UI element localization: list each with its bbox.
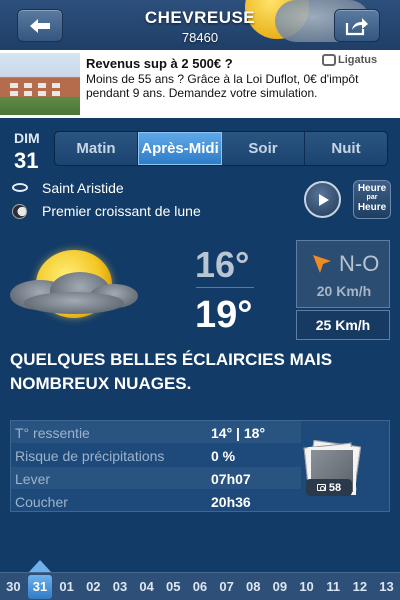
share-icon — [345, 17, 368, 35]
wind-panel: N-O 20 Km/h — [296, 240, 390, 308]
photo-count-badge: 58 — [306, 479, 352, 496]
hour-by-hour-button[interactable]: Heure par Heure — [353, 180, 391, 219]
day-item[interactable]: 13 — [375, 579, 399, 594]
detail-label: Lever — [15, 471, 51, 487]
ad-title: Revenus sup à 2 500€ ? — [86, 56, 233, 71]
detail-value: 20h36 — [211, 494, 251, 510]
detail-row-sunset: Coucher 20h36 — [11, 490, 301, 512]
detail-label: Coucher — [15, 494, 68, 510]
day-number: 31 — [14, 148, 39, 173]
ad-brand: Ligatus — [322, 54, 377, 66]
day-item[interactable]: 01 — [55, 579, 79, 594]
play-button[interactable] — [304, 181, 341, 218]
share-button[interactable] — [334, 9, 380, 42]
day-item[interactable]: 12 — [348, 579, 372, 594]
detail-row-sunrise: Lever 07h07 — [11, 467, 301, 489]
ad-text: Moins de 55 ans ? Grâce à la Loi Duflot,… — [86, 72, 359, 100]
ad-image — [0, 53, 80, 115]
saint-of-day: Saint Aristide — [42, 180, 124, 196]
day-item[interactable]: 09 — [268, 579, 292, 594]
period-tabs: Matin Après-Midi Soir Nuit — [54, 131, 388, 166]
ad-brand-logo-icon — [322, 54, 336, 66]
day-item[interactable]: 08 — [241, 579, 265, 594]
hour-button-line3: Heure — [357, 202, 387, 213]
gust-speed: 25 Km/h — [296, 310, 390, 340]
camera-icon — [316, 484, 326, 491]
day-item[interactable]: 10 — [295, 579, 319, 594]
weather-description: QUELQUES BELLES ÉCLAIRCIES MAIS NOMBREUX… — [10, 350, 333, 393]
detail-label: Risque de précipitations — [15, 448, 165, 464]
day-label: DIM — [14, 130, 40, 146]
detail-value: 0 % — [211, 448, 236, 464]
tab-matin[interactable]: Matin — [55, 132, 138, 165]
halo-icon — [12, 183, 28, 192]
moon-phase-icon — [12, 204, 27, 219]
day-item[interactable]: 06 — [188, 579, 212, 594]
play-icon — [318, 193, 329, 206]
day-item[interactable]: 11 — [321, 579, 345, 594]
ad-brand-label: Ligatus — [338, 54, 378, 66]
moon-phase-label: Premier croissant de lune — [42, 203, 201, 219]
day-item[interactable]: 03 — [108, 579, 132, 594]
day-item[interactable]: 07 — [215, 579, 239, 594]
detail-label: T° ressentie — [15, 425, 90, 441]
day-item[interactable]: 05 — [161, 579, 185, 594]
temperature-divider — [196, 287, 254, 288]
day-item-selected[interactable]: 31 — [27, 574, 52, 599]
detail-value: 14° | 18° — [211, 425, 266, 441]
advertisement-banner[interactable]: Revenus sup à 2 500€ ? Moins de 55 ans ?… — [0, 50, 400, 118]
wind-speed: 20 Km/h — [316, 283, 372, 299]
sun-cloud-icon — [10, 240, 140, 320]
detail-row-feels-like: T° ressentie 14° | 18° — [11, 421, 301, 443]
hour-button-line1: Heure — [357, 183, 387, 194]
hour-button-line2: par — [366, 194, 378, 201]
temperature-low: 19° — [195, 294, 253, 336]
wind-direction: N-O — [339, 251, 380, 276]
day-item[interactable]: 02 — [81, 579, 105, 594]
day-selector: 30 31 01 02 03 04 05 06 07 08 09 10 11 1… — [0, 572, 400, 600]
detail-row-precipitation: Risque de précipitations 0 % — [11, 444, 301, 466]
detail-value: 07h07 — [211, 471, 251, 487]
wind-direction-arrow-icon — [313, 255, 331, 273]
tab-apres-midi[interactable]: Après-Midi — [138, 132, 222, 165]
photo-count: 58 — [328, 481, 342, 494]
temperature-high: 16° — [195, 244, 250, 285]
day-item[interactable]: 30 — [1, 579, 25, 594]
tab-soir[interactable]: Soir — [222, 132, 305, 165]
tab-nuit[interactable]: Nuit — [305, 132, 387, 165]
day-item[interactable]: 04 — [135, 579, 159, 594]
cloud-shape — [24, 292, 124, 314]
